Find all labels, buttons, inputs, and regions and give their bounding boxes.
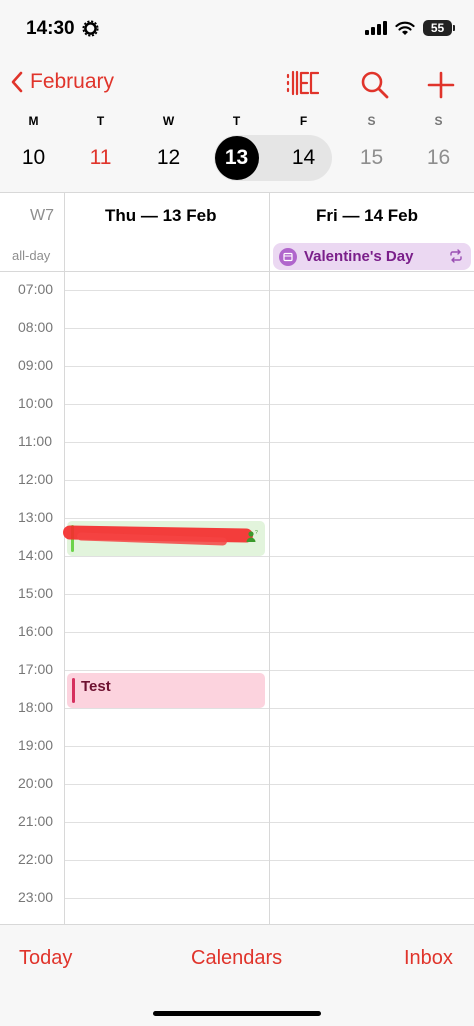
hour-label: 21:00 — [18, 813, 54, 829]
hour-label: 20:00 — [18, 775, 54, 791]
day-letter: M — [28, 114, 39, 128]
day-friday[interactable]: F 14 — [270, 112, 337, 190]
bottom-toolbar: Today Calendars Inbox — [0, 924, 474, 1026]
today-button[interactable]: Today — [19, 947, 72, 970]
week-strip: M 10 T 11 W 12 T 13 F 14 S 15 S 16 — [0, 112, 474, 190]
hour-label: 16:00 — [18, 623, 54, 639]
day-column-headers: W7 all-day Thu — 13 Feb Fri — 14 Feb Val… — [0, 192, 474, 273]
all-day-label: all-day — [12, 248, 51, 263]
list-view-icon[interactable] — [285, 68, 319, 102]
day-number-today: 11 — [89, 146, 112, 169]
hour-label: 09:00 — [18, 357, 54, 373]
day-number: 14 — [291, 146, 316, 169]
wifi-icon — [395, 21, 415, 35]
hour-label: 10:00 — [18, 395, 54, 411]
day-number-selected: 13 — [214, 136, 259, 180]
repeat-icon — [450, 249, 462, 263]
search-icon[interactable] — [358, 68, 392, 102]
day-letter: W — [162, 114, 175, 128]
hour-label: 18:00 — [18, 699, 54, 715]
hour-label: 22:00 — [18, 851, 54, 867]
hour-label: 19:00 — [18, 737, 54, 753]
hour-label: 07:00 — [18, 281, 54, 297]
day-letter: S — [367, 114, 376, 128]
add-icon[interactable] — [424, 68, 458, 102]
day-saturday[interactable]: S 15 — [338, 112, 405, 190]
time-grid[interactable]: ? Test 07:00 08:00 09:00 10:00 11:00 12:00 13:… — [0, 272, 474, 924]
day-number: 16 — [426, 146, 451, 169]
event-title: Test — [81, 678, 111, 695]
home-indicator[interactable] — [153, 1011, 321, 1016]
battery-icon: 55 — [423, 20, 455, 36]
calendar-header: February M 10 T 11 W 12 T 13 F 14 S 15 S… — [0, 58, 474, 192]
back-label: February — [30, 70, 115, 93]
chevron-left-icon — [11, 71, 23, 93]
back-to-month-button[interactable]: February — [10, 70, 114, 94]
status-bar: 14:30 55 — [0, 0, 474, 58]
day-tuesday[interactable]: T 11 — [67, 112, 134, 190]
gear-icon — [82, 20, 99, 37]
column-title-friday[interactable]: Fri — 14 Feb — [316, 206, 418, 226]
svg-text:?: ? — [255, 530, 258, 536]
inbox-button[interactable]: Inbox — [404, 947, 453, 970]
cellular-signal-icon — [365, 21, 387, 35]
hour-label: 08:00 — [18, 319, 54, 335]
calendar-icon — [279, 247, 297, 266]
hour-label: 14:00 — [18, 547, 54, 563]
hour-label: 17:00 — [18, 661, 54, 677]
event-test[interactable]: Test — [67, 673, 265, 708]
day-number: 12 — [156, 146, 181, 169]
column-divider — [269, 272, 270, 924]
hour-label: 11:00 — [18, 433, 52, 449]
hour-label: 23:00 — [18, 889, 54, 905]
day-letter: S — [434, 114, 443, 128]
status-indicators: 55 — [365, 20, 455, 36]
column-divider — [269, 193, 270, 273]
status-time: 14:30 — [26, 18, 75, 39]
hour-label: 12:00 — [18, 471, 54, 487]
day-letter: F — [299, 114, 308, 128]
week-number: W7 — [30, 207, 54, 224]
hour-label: 13:00 — [18, 509, 54, 525]
day-sunday[interactable]: S 16 — [405, 112, 472, 190]
event-title: Valentine's Day — [304, 248, 414, 265]
hour-label: 15:00 — [18, 585, 54, 601]
day-letter: T — [96, 114, 105, 128]
event-color-bar — [72, 678, 75, 703]
day-thursday[interactable]: T 13 — [203, 112, 270, 190]
day-letter: T — [232, 114, 241, 128]
redacted-event[interactable]: ? — [62, 521, 265, 556]
day-monday[interactable]: M 10 — [0, 112, 67, 190]
column-title-thursday[interactable]: Thu — 13 Feb — [105, 206, 216, 226]
all-day-event[interactable]: Valentine's Day — [273, 243, 471, 270]
day-wednesday[interactable]: W 12 — [135, 112, 202, 190]
invitee-icon: ? — [246, 530, 258, 542]
column-divider — [64, 193, 65, 273]
calendars-button[interactable]: Calendars — [191, 947, 282, 970]
day-number: 10 — [21, 146, 46, 169]
day-number: 15 — [359, 146, 384, 169]
column-divider — [64, 272, 65, 924]
